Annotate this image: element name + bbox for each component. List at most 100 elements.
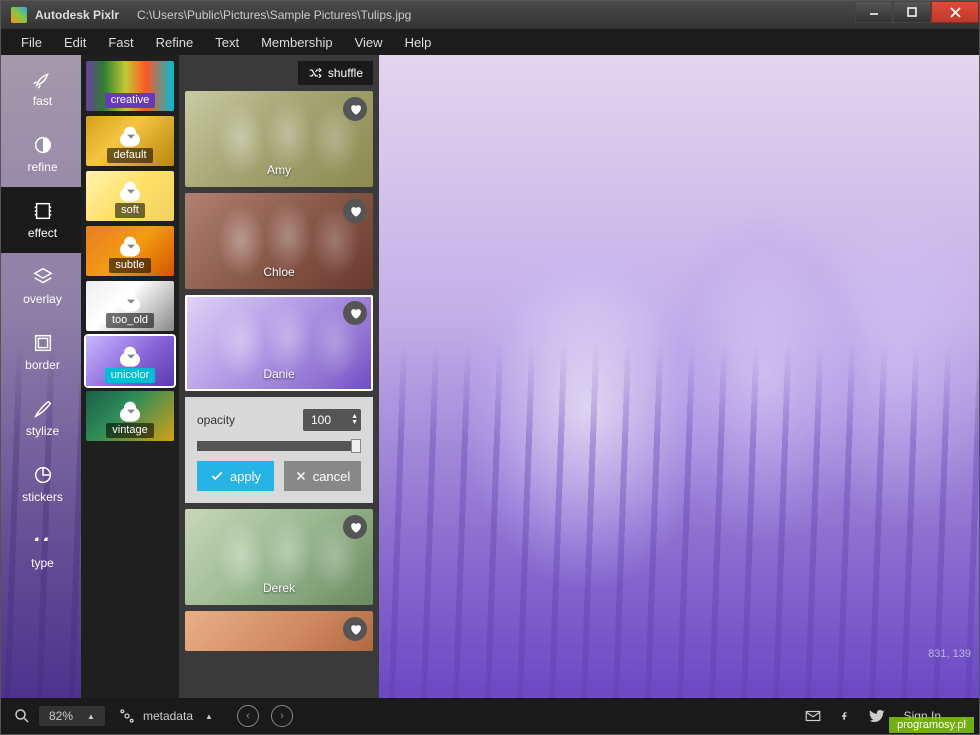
menu-help[interactable]: Help (397, 33, 440, 52)
cloud-download-icon (120, 353, 140, 367)
tool-type[interactable]: type (1, 517, 81, 583)
menu-text[interactable]: Text (207, 33, 247, 52)
file-path: C:\Users\Public\Pictures\Sample Pictures… (137, 8, 411, 22)
minimize-button[interactable] (855, 1, 893, 23)
canvas-viewport[interactable] (379, 55, 979, 698)
category-too-old[interactable]: too_old (86, 281, 174, 331)
next-button[interactable]: › (271, 705, 293, 727)
tool-label: overlay (23, 292, 62, 306)
titlebar: Autodesk Pixlr C:\Users\Public\Pictures\… (1, 1, 979, 29)
cloud-download-icon (120, 243, 140, 257)
category-label: vintage (106, 423, 153, 438)
cursor-coords: 831, 139 (928, 648, 971, 660)
tool-border[interactable]: border (1, 319, 81, 385)
apply-label: apply (230, 469, 261, 484)
facebook-icon[interactable] (840, 707, 850, 725)
tool-overlay[interactable]: overlay (1, 253, 81, 319)
category-strip: creative default soft subtle too_old uni… (81, 55, 179, 698)
zoom-value: 82% (49, 709, 73, 723)
tool-label: border (25, 358, 60, 372)
favorite-button[interactable] (343, 301, 367, 325)
preset-amy[interactable]: Amy (185, 91, 373, 187)
watermark: programosy.pl (889, 717, 974, 733)
metadata-button[interactable]: metadata (143, 709, 193, 723)
menu-view[interactable]: View (347, 33, 391, 52)
tool-label: effect (28, 226, 57, 240)
favorite-button[interactable] (343, 515, 367, 539)
mail-icon[interactable] (804, 707, 822, 725)
menu-fast[interactable]: Fast (100, 33, 141, 52)
menu-membership[interactable]: Membership (253, 33, 341, 52)
category-default[interactable]: default (86, 116, 174, 166)
preset-panel: shuffle Amy Chloe Danie opa (179, 55, 379, 698)
contrast-icon (32, 134, 54, 156)
prev-button[interactable]: ‹ (237, 705, 259, 727)
apply-button[interactable]: apply (197, 461, 274, 491)
chevron-up-icon: ▲ (205, 712, 213, 721)
tool-effect[interactable]: effect (1, 187, 81, 253)
tool-fast[interactable]: fast (1, 55, 81, 121)
menu-edit[interactable]: Edit (56, 33, 94, 52)
tool-label: type (31, 556, 54, 570)
close-button[interactable] (931, 1, 979, 23)
category-soft[interactable]: soft (86, 171, 174, 221)
rocket-icon (32, 68, 54, 90)
category-label: unicolor (105, 368, 156, 383)
preset-derek[interactable]: Derek (185, 509, 373, 605)
tool-label: fast (33, 94, 52, 108)
statusbar: 82% ▲ metadata ▲ ‹ › Sign In ︿ (1, 698, 979, 734)
menubar: File Edit Fast Refine Text Membership Vi… (1, 29, 979, 55)
quote-icon (32, 530, 54, 552)
menu-file[interactable]: File (13, 33, 50, 52)
tool-stickers[interactable]: stickers (1, 451, 81, 517)
filmstrip-icon (32, 200, 54, 222)
cloud-download-icon (120, 298, 140, 312)
category-label: soft (115, 203, 145, 218)
category-label: creative (105, 93, 156, 108)
frame-icon (32, 332, 54, 354)
zoom-icon[interactable] (13, 707, 31, 725)
stepper-arrows-icon: ▲▼ (351, 414, 358, 426)
tool-refine[interactable]: refine (1, 121, 81, 187)
tool-rail: fast refine effect overlay border styliz… (1, 55, 81, 698)
layers-icon (32, 266, 54, 288)
category-label: too_old (106, 313, 154, 328)
slider-thumb[interactable] (351, 439, 361, 453)
category-creative[interactable]: creative (86, 61, 174, 111)
app-icon (11, 7, 27, 23)
tool-label: refine (27, 160, 57, 174)
preset-next[interactable] (185, 611, 373, 651)
favorite-button[interactable] (343, 97, 367, 121)
category-vintage[interactable]: vintage (86, 391, 174, 441)
preset-adjust-panel: opacity 100 ▲▼ apply can (185, 397, 373, 503)
zoom-dropdown[interactable]: 82% ▲ (39, 706, 105, 726)
brush-icon (32, 398, 54, 420)
sticker-icon (32, 464, 54, 486)
tool-stylize[interactable]: stylize (1, 385, 81, 451)
cloud-download-icon (120, 408, 140, 422)
favorite-button[interactable] (343, 617, 367, 641)
shuffle-label: shuffle (328, 66, 363, 80)
maximize-button[interactable] (893, 1, 931, 23)
cancel-button[interactable]: cancel (284, 461, 361, 491)
category-label: subtle (109, 258, 150, 273)
app-name: Autodesk Pixlr (35, 8, 119, 22)
opacity-slider[interactable] (197, 441, 361, 451)
shuffle-button[interactable]: shuffle (298, 61, 373, 85)
opacity-spinner[interactable]: 100 ▲▼ (303, 409, 361, 431)
tool-label: stickers (22, 490, 63, 504)
cancel-label: cancel (313, 469, 351, 484)
category-unicolor[interactable]: unicolor (86, 336, 174, 386)
menu-refine[interactable]: Refine (148, 33, 202, 52)
preset-chloe[interactable]: Chloe (185, 193, 373, 289)
twitter-icon[interactable] (868, 707, 886, 725)
metadata-icon (119, 708, 135, 724)
preset-danie[interactable]: Danie (185, 295, 373, 391)
category-subtle[interactable]: subtle (86, 226, 174, 276)
cloud-download-icon (120, 188, 140, 202)
opacity-value: 100 (311, 413, 331, 427)
category-label: default (107, 148, 152, 163)
cloud-download-icon (120, 133, 140, 147)
favorite-button[interactable] (343, 199, 367, 223)
opacity-label: opacity (197, 413, 235, 427)
